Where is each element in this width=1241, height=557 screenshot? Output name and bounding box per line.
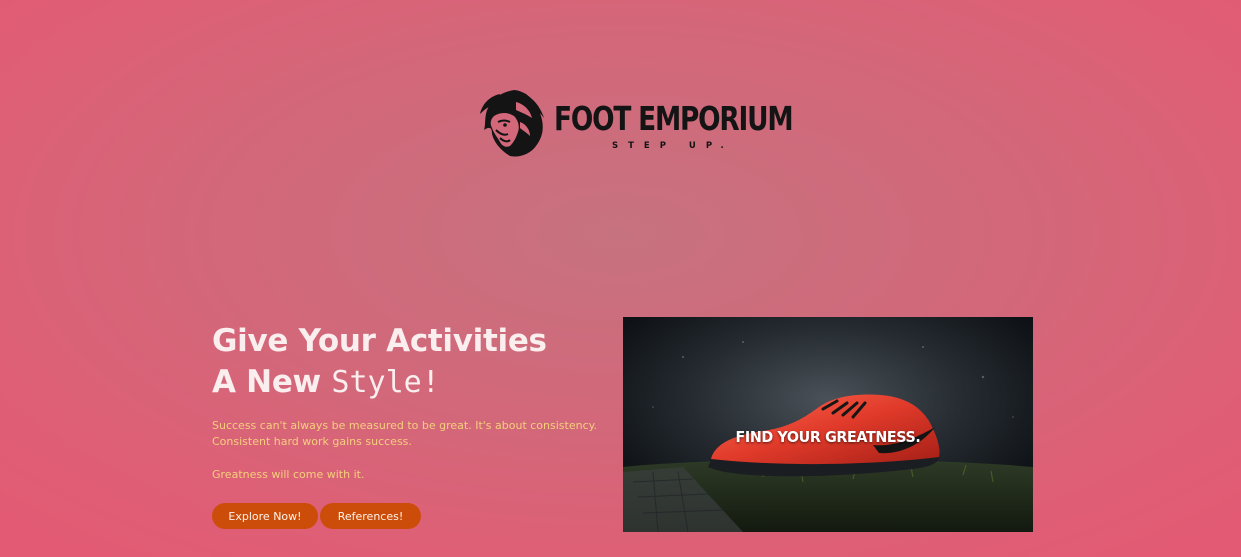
lion-head-icon [480,90,544,157]
sneaker-illustration [623,317,1033,532]
hero-title-style-word: Style! [331,365,440,400]
hero-title: Give Your Activities A New Style! [212,321,547,403]
brand-logo[interactable]: FOOT EMPORIUM STEP UP. [480,88,794,160]
hero-title-line-2-prefix: A New [212,364,321,400]
references-button[interactable]: References! [320,503,421,529]
brand-tagline: STEP UP. [612,141,734,151]
explore-now-button[interactable]: Explore Now! [212,503,318,529]
hero-description-secondary: Greatness will come with it. [212,468,365,481]
brand-name: FOOT EMPORIUM [554,99,794,138]
hero-description: Success can't always be measured to be g… [212,419,598,448]
hero-image: FIND YOUR GREATNESS. [623,317,1033,532]
hero-image-caption: FIND YOUR GREATNESS. [735,428,921,446]
hero-title-line-1: Give Your Activities [212,323,547,359]
